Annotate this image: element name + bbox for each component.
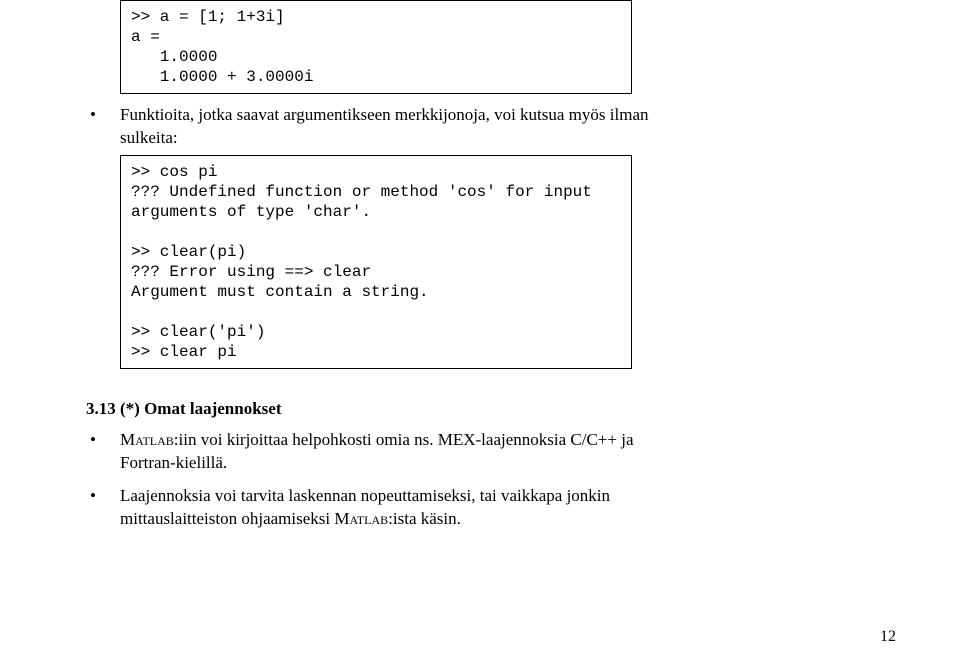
bullet-extensions-2-post: :ista käsin.: [388, 509, 461, 528]
bullet-list-1: Funktioita, jotka saavat argumentikseen …: [86, 104, 874, 150]
code-column-2: >> cos pi ??? Undefined function or meth…: [86, 155, 874, 369]
bullet-functions-note: Funktioita, jotka saavat argumentikseen …: [86, 104, 660, 150]
page: >> a = [1; 1+3i] a = 1.0000 1.0000 + 3.0…: [0, 0, 960, 666]
bullet-extensions-1: Matlab:iin voi kirjoittaa helpohkosti om…: [86, 429, 660, 475]
bullet-extensions-1-text: :iin voi kirjoittaa helpohkosti omia ns.…: [120, 430, 634, 472]
code-block-2: >> cos pi ??? Undefined function or meth…: [120, 155, 632, 369]
page-number: 12: [880, 628, 896, 646]
matlab-smallcaps-1: Matlab: [120, 430, 174, 449]
matlab-smallcaps-2: Matlab: [334, 509, 388, 528]
bullet-extensions-2: Laajennoksia voi tarvita laskennan nopeu…: [86, 485, 660, 531]
bullet-list-2: Matlab:iin voi kirjoittaa helpohkosti om…: [86, 429, 874, 531]
code-column: >> a = [1; 1+3i] a = 1.0000 1.0000 + 3.0…: [86, 0, 874, 94]
section-heading: 3.13 (*) Omat laajennokset: [86, 399, 874, 419]
code-block-1: >> a = [1; 1+3i] a = 1.0000 1.0000 + 3.0…: [120, 0, 632, 94]
